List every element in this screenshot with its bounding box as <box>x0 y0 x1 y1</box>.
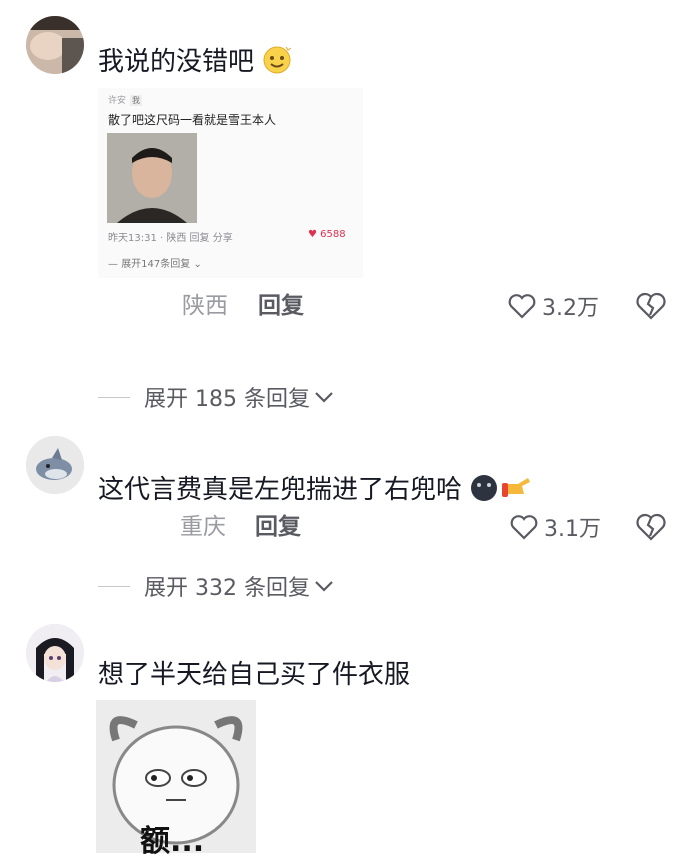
expand-replies-label: 展开 332 条回复 <box>144 576 310 601</box>
like-count: 3.1万 <box>544 517 601 542</box>
avatar[interactable] <box>26 436 84 494</box>
dark-face-and-pointing-hand-icon <box>470 472 536 511</box>
embedded-photo <box>107 133 197 223</box>
comment-location: 陕西 <box>182 293 228 319</box>
like-button[interactable]: 3.2万 <box>508 290 599 322</box>
comment-text-label: 这代言费真是左兜揣进了右兜哈 <box>98 475 463 505</box>
like-count: 3.2万 <box>542 296 599 321</box>
broken-heart-icon[interactable] <box>636 512 666 542</box>
sticker-image[interactable]: 额... <box>96 700 256 859</box>
heart-icon <box>510 515 538 540</box>
avatar-plush-shark-icon <box>26 436 84 494</box>
avatar[interactable] <box>26 16 84 74</box>
embedded-comment-text: 散了吧这尺码一看就是雪王本人 <box>108 113 277 127</box>
broken-heart-icon[interactable] <box>636 291 666 321</box>
expand-replies-button[interactable]: 展开 185 条回复 <box>98 381 334 413</box>
reply-button[interactable]: 回复 <box>255 512 301 542</box>
avatar-photo-icon <box>26 16 84 74</box>
smiling-face-icon <box>262 44 292 83</box>
author-badge: 我 <box>130 95 143 106</box>
embedded-comment-screenshot[interactable]: 许安我 散了吧这尺码一看就是雪王本人 昨天13:31 · 陕西 回复 分享 ♥ … <box>98 88 363 278</box>
comment-text: 我说的没错吧 <box>98 44 292 83</box>
comment-text: 想了半天给自己买了件衣服 <box>98 660 411 690</box>
expand-replies-button[interactable]: 展开 332 条回复 <box>98 570 334 602</box>
like-button[interactable]: 3.1万 <box>510 511 601 543</box>
avatar-anime-girl-icon <box>26 624 84 682</box>
divider-line <box>98 396 130 398</box>
embedded-username: 许安我 <box>108 95 143 106</box>
comment-text-label: 我说的没错吧 <box>98 47 255 77</box>
divider-line <box>98 585 130 587</box>
reply-button[interactable]: 回复 <box>258 291 304 321</box>
comment-location: 重庆 <box>180 514 226 540</box>
sticker-caption: 额... <box>140 824 205 859</box>
expand-replies-label: 展开 185 条回复 <box>144 387 310 412</box>
embedded-meta: 昨天13:31 · 陕西 回复 分享 <box>108 233 233 244</box>
embedded-expand-replies: — 展开147条回复 ⌄ <box>108 259 202 270</box>
chevron-down-icon <box>315 581 333 592</box>
embedded-like-count: ♥ 6588 <box>308 229 346 240</box>
heart-icon <box>508 294 536 319</box>
chevron-down-icon <box>315 392 333 403</box>
comment-text: 这代言费真是左兜揣进了右兜哈 <box>98 472 536 511</box>
avatar[interactable] <box>26 624 84 682</box>
